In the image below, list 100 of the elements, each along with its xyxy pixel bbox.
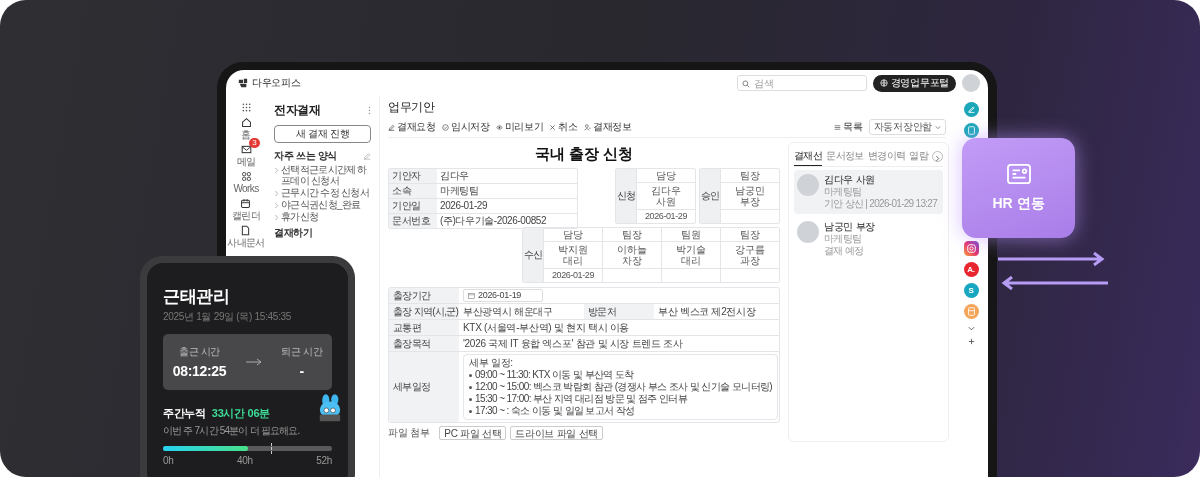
date-field[interactable]: 2026-01-19 bbox=[463, 289, 543, 302]
panel-tab[interactable]: 열람 bbox=[909, 147, 929, 166]
chevron-down-icon[interactable] bbox=[967, 325, 975, 332]
avatar bbox=[797, 221, 819, 243]
id-card-icon bbox=[1005, 163, 1032, 185]
role-cell: 담당 bbox=[544, 228, 602, 242]
section-title[interactable]: 결재하기 bbox=[274, 226, 371, 240]
attach-label: 파일 첨부 bbox=[388, 426, 430, 440]
plus-icon[interactable] bbox=[967, 338, 975, 345]
table-label: 소속 bbox=[389, 184, 437, 198]
arrow-icon bbox=[245, 358, 262, 366]
autosave-dropdown[interactable]: 자동저장안함 bbox=[868, 119, 946, 135]
calculator-icon[interactable] bbox=[963, 304, 979, 319]
nav-label[interactable]: Works bbox=[233, 183, 259, 194]
form-link[interactable]: 야근식권신청_완료 bbox=[281, 199, 361, 210]
home-icon bbox=[240, 117, 252, 128]
schedule-item: 15:30 ~ 17:00: 부산 지역 대리점 방문 및 점주 인터뷰 bbox=[475, 393, 688, 405]
role-cell: 팀장 bbox=[603, 228, 661, 242]
document-title: 국내 출장 신청 bbox=[533, 144, 635, 164]
role-cell: 팀장 bbox=[721, 169, 779, 183]
section-title: 자주 쓰는 양식 bbox=[274, 149, 338, 163]
chevron-right-icon bbox=[274, 167, 279, 174]
toolbar-button[interactable]: 결재정보 bbox=[583, 120, 632, 134]
edit-icon[interactable] bbox=[363, 152, 371, 160]
tick-label: 0h bbox=[163, 455, 174, 466]
signature-cell: 박지원 대리 bbox=[544, 242, 602, 269]
bullet-icon bbox=[469, 397, 472, 401]
calendar-icon bbox=[468, 292, 475, 299]
chevron-down-icon bbox=[935, 124, 941, 130]
clock-in-time: 08:12:25 bbox=[172, 363, 227, 379]
apps-grid-icon[interactable] bbox=[240, 102, 252, 113]
app-logo-text: 다우오피스 bbox=[252, 76, 301, 90]
form-link[interactable]: 근무시간 수정 신청서 bbox=[281, 187, 369, 198]
field-value: 부산 벡스코 제2전시장 bbox=[657, 305, 757, 319]
signature-cell: 이하늘 차장 bbox=[603, 242, 661, 269]
field-value: KTX (서울역-부산역) 및 현지 택시 이용 bbox=[462, 321, 631, 335]
nav-label[interactable]: 메일 bbox=[236, 156, 256, 167]
page-title: 업무기안 bbox=[388, 100, 436, 115]
grid-icon bbox=[240, 171, 252, 182]
role-cell: 팀장 bbox=[721, 228, 779, 242]
date-cell-text: 2026-01-29 bbox=[550, 269, 595, 282]
toolbar-button[interactable]: 취소 bbox=[549, 120, 578, 134]
search-field[interactable]: 검색 bbox=[736, 75, 867, 91]
toolbar-button[interactable]: 미리보기 bbox=[495, 120, 544, 134]
mail-icon bbox=[240, 144, 252, 155]
schedule-item: 09:00 ~ 11:30: KTX 이동 및 부산역 도착 bbox=[475, 369, 634, 381]
approval-status: 기안 상신 | 2026-01-29 13:27 bbox=[824, 198, 938, 210]
note-icon[interactable] bbox=[963, 123, 979, 138]
panel-tab[interactable]: 결재선 bbox=[794, 147, 823, 166]
form-link[interactable]: 휴가신청 bbox=[281, 211, 319, 222]
globe-icon bbox=[879, 79, 888, 87]
field-label: 세부일정 bbox=[389, 352, 459, 422]
list-icon bbox=[834, 123, 842, 131]
toolbar-button[interactable]: 결재요청 bbox=[388, 120, 436, 134]
role-cell: 팀원 bbox=[662, 228, 720, 242]
file-select-button[interactable]: PC 파일 선택 bbox=[439, 426, 507, 440]
signature-cell: 강구름 과장 bbox=[721, 242, 779, 269]
person-icon bbox=[583, 123, 591, 131]
schedule-item: 17:30 ~ : 숙소 이동 및 일일 보고서 작성 bbox=[475, 405, 635, 417]
field-label: 출장기간 bbox=[389, 288, 459, 303]
panel-tab[interactable]: 문서정보 bbox=[826, 147, 864, 166]
tick-label: 52h bbox=[316, 455, 332, 466]
count-badge: 3 bbox=[249, 138, 260, 148]
camera-icon[interactable] bbox=[963, 241, 979, 256]
detail-heading: 세부 일정: bbox=[469, 357, 514, 369]
approver-row[interactable]: 김다우 사원 마케팅팀 기안 상신 | 2026-01-29 13:27 bbox=[794, 170, 944, 214]
role-cell: 담당 bbox=[637, 169, 695, 183]
app-icon[interactable]: A. bbox=[963, 262, 979, 277]
detail-textarea[interactable]: 세부 일정: 09:00 ~ 11:30: KTX 이동 및 부산역 도착 12:00 ~ 15:00: 벡스코 박람회 참관 (경쟁사 부스 조사 및 신기술 모니터링) 15:30 ~ 17:00: 부산 지역 대리점 방문 및 점주 인터뷰 17:30 ~ : 숙소 이동 및 일일 보고서 작성 bbox=[463, 354, 779, 420]
table-cell-text: 2026-01-29 bbox=[439, 199, 489, 213]
chevron-right-icon bbox=[935, 154, 941, 162]
date-value: 2026-01-19 bbox=[478, 290, 522, 301]
nav-label[interactable]: 사내문서 bbox=[227, 237, 265, 248]
weekly-total: 33시간 06분 bbox=[211, 406, 270, 421]
next-tab-button[interactable] bbox=[932, 151, 944, 162]
sidebar-title: 전자결재 bbox=[274, 102, 321, 119]
approver-name: 김다우 사원 bbox=[824, 174, 876, 186]
portal-button[interactable]: 경영업무포털 bbox=[872, 74, 956, 92]
field-label: 방문처 bbox=[584, 304, 654, 319]
new-approval-button[interactable]: 새 결재 진행 bbox=[274, 125, 371, 143]
clock-out-time: - bbox=[299, 363, 304, 379]
approval-label: 승인 bbox=[700, 169, 720, 223]
weekly-note: 이번 주 7시간 54분이 더 필요해요. bbox=[163, 424, 300, 438]
file-select-button[interactable]: 드라이브 파일 선택 bbox=[510, 426, 603, 440]
nav-label[interactable]: 홈 bbox=[241, 129, 251, 140]
signature-cell: 남궁민 부장 bbox=[721, 183, 779, 210]
field-value: '2026 국제 IT 융합 엑스포' 참관 및 시장 트렌드 조사 bbox=[462, 337, 684, 351]
panel-tab[interactable]: 변경이력 bbox=[867, 147, 906, 166]
calendar-icon bbox=[240, 198, 252, 209]
table-label: 기안자 bbox=[389, 169, 437, 183]
edit-icon[interactable] bbox=[963, 102, 979, 117]
signature-cell: 박기술 대리 bbox=[662, 242, 720, 269]
eye-icon bbox=[495, 123, 503, 131]
schedule-item: 12:00 ~ 15:00: 벡스코 박람회 참관 (경쟁사 부스 조사 및 신기술 모니터링) bbox=[475, 381, 773, 393]
user-avatar[interactable] bbox=[962, 74, 980, 92]
toolbar-button[interactable]: 임시저장 bbox=[441, 120, 490, 134]
nav-label[interactable]: 캘린더 bbox=[231, 210, 261, 221]
list-button[interactable]: 목록 bbox=[834, 120, 863, 134]
form-link[interactable]: 선택적근로시간제 하프데이 신청서 bbox=[281, 164, 371, 186]
approver-row[interactable]: 남궁민 부장 마케팅팀 결재 예정 bbox=[794, 217, 944, 261]
